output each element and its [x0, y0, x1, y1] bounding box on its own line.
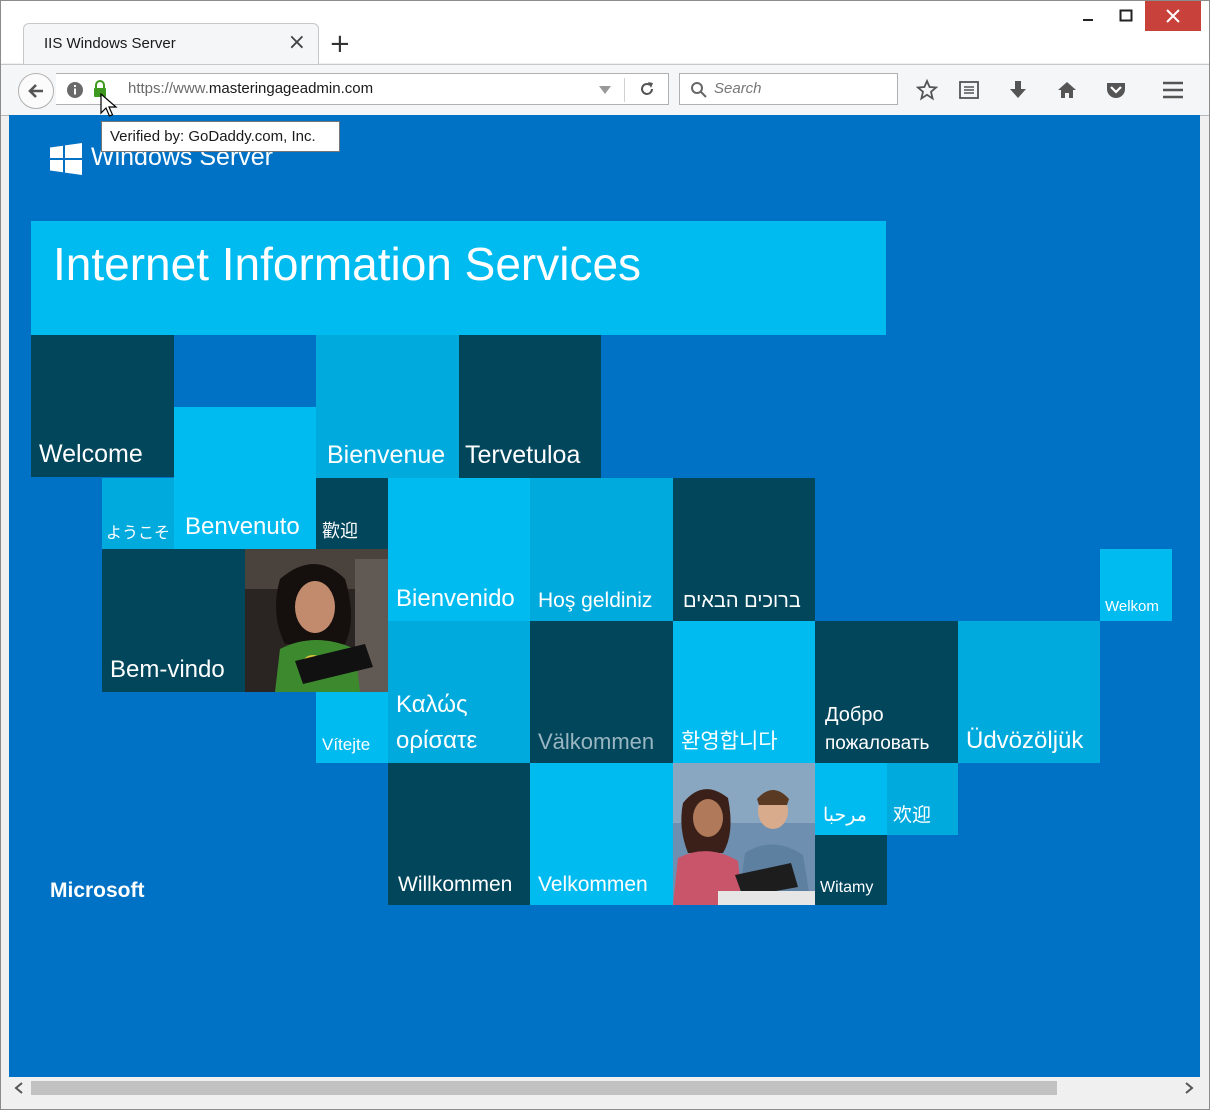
back-icon: [28, 84, 43, 98]
pocket-icon[interactable]: [1103, 77, 1129, 103]
tab-close-icon[interactable]: ×: [288, 30, 306, 55]
tile-bienvenue-label: Bienvenue: [327, 441, 446, 469]
horizontal-scrollbar[interactable]: [9, 1077, 1200, 1099]
page-content: Windows Server Internet Information Serv…: [9, 115, 1200, 1077]
search-input[interactable]: Search: [679, 73, 898, 105]
tile-huanying-traditional-label: 歡迎: [322, 521, 358, 541]
tile-udvozoljuk: Üdvözöljük: [958, 621, 1100, 763]
tile-dobro-label-line1: Добро: [825, 704, 884, 726]
tile-korean: 환영합니다: [673, 621, 815, 763]
url-domain: masteringageadmin.com: [208, 80, 374, 97]
back-button[interactable]: [18, 73, 54, 109]
tile-hebrew: ברוכים הבאים: [673, 478, 815, 621]
mouse-cursor-icon: [100, 93, 118, 117]
maximize-icon: [1119, 9, 1133, 22]
bookmark-star-icon[interactable]: [914, 77, 940, 103]
tile-hos-geldiniz: Hoş geldiniz: [530, 478, 673, 621]
maximize-button[interactable]: [1103, 1, 1149, 31]
scrollbar-thumb[interactable]: [31, 1081, 1057, 1095]
tile-youkoso: ようこそ: [102, 478, 174, 549]
tile-benvenuto: Benvenuto: [174, 407, 316, 549]
photo-woman-laptop: [245, 549, 388, 692]
reload-icon[interactable]: [638, 80, 656, 98]
tile-valkommen: Välkommen: [530, 621, 673, 763]
tile-huanying-simplified-label: 欢迎: [893, 805, 932, 826]
tile-bienvenue: Bienvenue: [316, 335, 459, 478]
close-window-button[interactable]: [1145, 1, 1201, 31]
tile-velkommen-label: Velkommen: [538, 873, 648, 896]
tile-welcome-label: Welcome: [39, 440, 143, 468]
tile-welkom: Welkom: [1100, 549, 1172, 621]
url-text[interactable]: https://www.masteringageadmin.com: [128, 80, 373, 97]
tile-youkoso-label: ようこそ: [106, 525, 171, 542]
info-icon[interactable]: [66, 81, 84, 99]
title-bar: IIS Windows Server × +: [1, 1, 1209, 65]
tile-kalos-orisate: Καλώς ορίσατε: [388, 621, 530, 763]
home-icon[interactable]: [1054, 77, 1080, 103]
banner: Internet Information Services: [31, 221, 886, 335]
url-prefix: https://www.: [128, 80, 209, 97]
menu-icon[interactable]: [1160, 77, 1186, 103]
tile-bem-vindo: Bem-vindo: [102, 549, 245, 692]
tile-welkom-label: Welkom: [1105, 598, 1159, 615]
tile-witamy-label: Witamy: [820, 879, 874, 896]
search-placeholder: Search: [714, 80, 762, 97]
tile-bienvenido: Bienvenido: [388, 478, 530, 621]
reading-list-icon[interactable]: [956, 77, 982, 103]
tile-kalos-label-line1: Καλώς: [396, 691, 468, 718]
tile-tervetuloa: Tervetuloa: [459, 335, 601, 478]
minimize-icon: [1083, 19, 1093, 21]
tile-kalos-label-line2: ορίσατε: [396, 727, 478, 754]
tile-marhaba-label: مرحبا: [823, 805, 867, 826]
url-divider: [624, 78, 625, 102]
woman-laptop-image: [245, 549, 388, 692]
tile-marhaba: مرحبا: [815, 763, 887, 835]
tile-hebrew-label: ברוכים הבאים: [683, 590, 801, 612]
tile-huanying-traditional: 歡迎: [316, 478, 388, 549]
tile-welcome: Welcome: [31, 335, 174, 477]
scroll-right-icon[interactable]: [1184, 1082, 1194, 1094]
tile-witamy: Witamy: [815, 835, 887, 905]
photo-two-people: [673, 763, 815, 905]
tile-hos-geldiniz-label: Hoş geldiniz: [538, 589, 653, 612]
tile-willkommen-label: Willkommen: [398, 873, 513, 896]
security-tooltip: Verified by: GoDaddy.com, Inc.: [101, 121, 340, 152]
tile-willkommen: Willkommen: [388, 763, 530, 905]
navigation-bar: https://www.masteringageadmin.com Search: [1, 64, 1209, 116]
scroll-left-icon[interactable]: [14, 1082, 24, 1094]
dropdown-icon[interactable]: [598, 85, 612, 95]
tile-huanying-simplified: 欢迎: [887, 763, 958, 835]
search-icon: [691, 82, 707, 98]
tile-bienvenido-label: Bienvenido: [396, 585, 515, 612]
tile-bem-vindo-label: Bem-vindo: [110, 656, 225, 683]
tile-valkommen-label: Välkommen: [538, 729, 655, 754]
tile-vitejte: Vítejte: [316, 692, 388, 763]
tile-udvozoljuk-label: Üdvözöljük: [966, 727, 1084, 754]
tile-dobro-label-line2: пожаловать: [825, 733, 930, 754]
windows-logo-icon: [50, 143, 82, 175]
tab-title: IIS Windows Server: [44, 35, 176, 52]
download-icon[interactable]: [1005, 77, 1031, 103]
page-title: Internet Information Services: [53, 238, 642, 290]
tile-korean-label: 환영합니다: [681, 730, 778, 753]
close-icon: [1166, 9, 1180, 23]
tile-velkommen: Velkommen: [530, 763, 673, 905]
tab-iis-windows-server[interactable]: IIS Windows Server ×: [23, 23, 319, 65]
tile-vitejte-label: Vítejte: [322, 735, 371, 754]
new-tab-button[interactable]: +: [329, 29, 351, 59]
two-people-image: [673, 763, 815, 905]
microsoft-brand: Microsoft: [50, 879, 145, 902]
tile-benvenuto-label: Benvenuto: [185, 513, 300, 540]
tile-tervetuloa-label: Tervetuloa: [465, 441, 581, 469]
tile-dobro-pozhalovat: Добро пожаловать: [815, 621, 958, 763]
url-bar[interactable]: https://www.masteringageadmin.com: [56, 73, 669, 105]
